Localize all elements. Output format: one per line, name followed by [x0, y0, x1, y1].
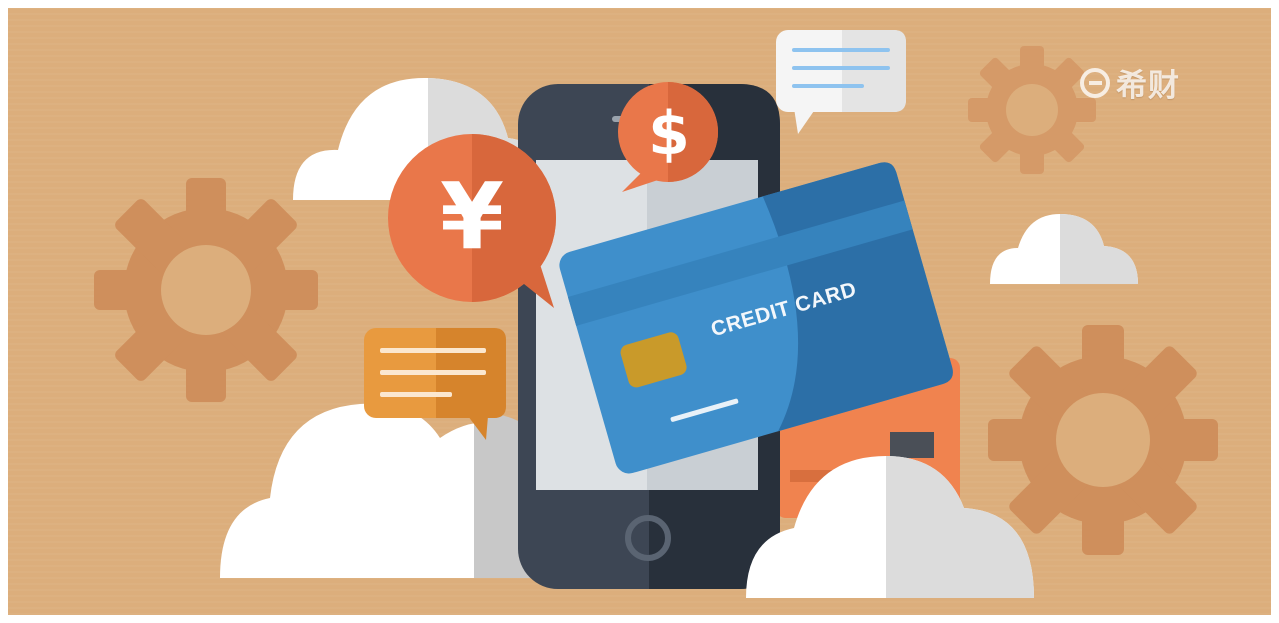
brand-watermark-text: 希财 — [1116, 68, 1180, 104]
cloud-icon-bottom-left — [220, 403, 540, 578]
yen-bubble-icon: ¥ — [388, 134, 556, 308]
gear-icon-top-right — [968, 46, 1096, 174]
gear-icon-left — [94, 178, 318, 402]
gear-icon-right — [988, 325, 1218, 555]
brand-watermark: 希财 — [1080, 60, 1180, 105]
yen-symbol: ¥ — [440, 163, 504, 270]
cloud-icon-small-right — [990, 214, 1138, 284]
chat-bubble-icon-white — [776, 30, 906, 134]
dollar-symbol: $ — [648, 99, 690, 169]
illustration-frame: CREDIT CARD ¥ $ 希财 — [8, 8, 1271, 615]
brand-logo-icon — [1080, 67, 1110, 98]
